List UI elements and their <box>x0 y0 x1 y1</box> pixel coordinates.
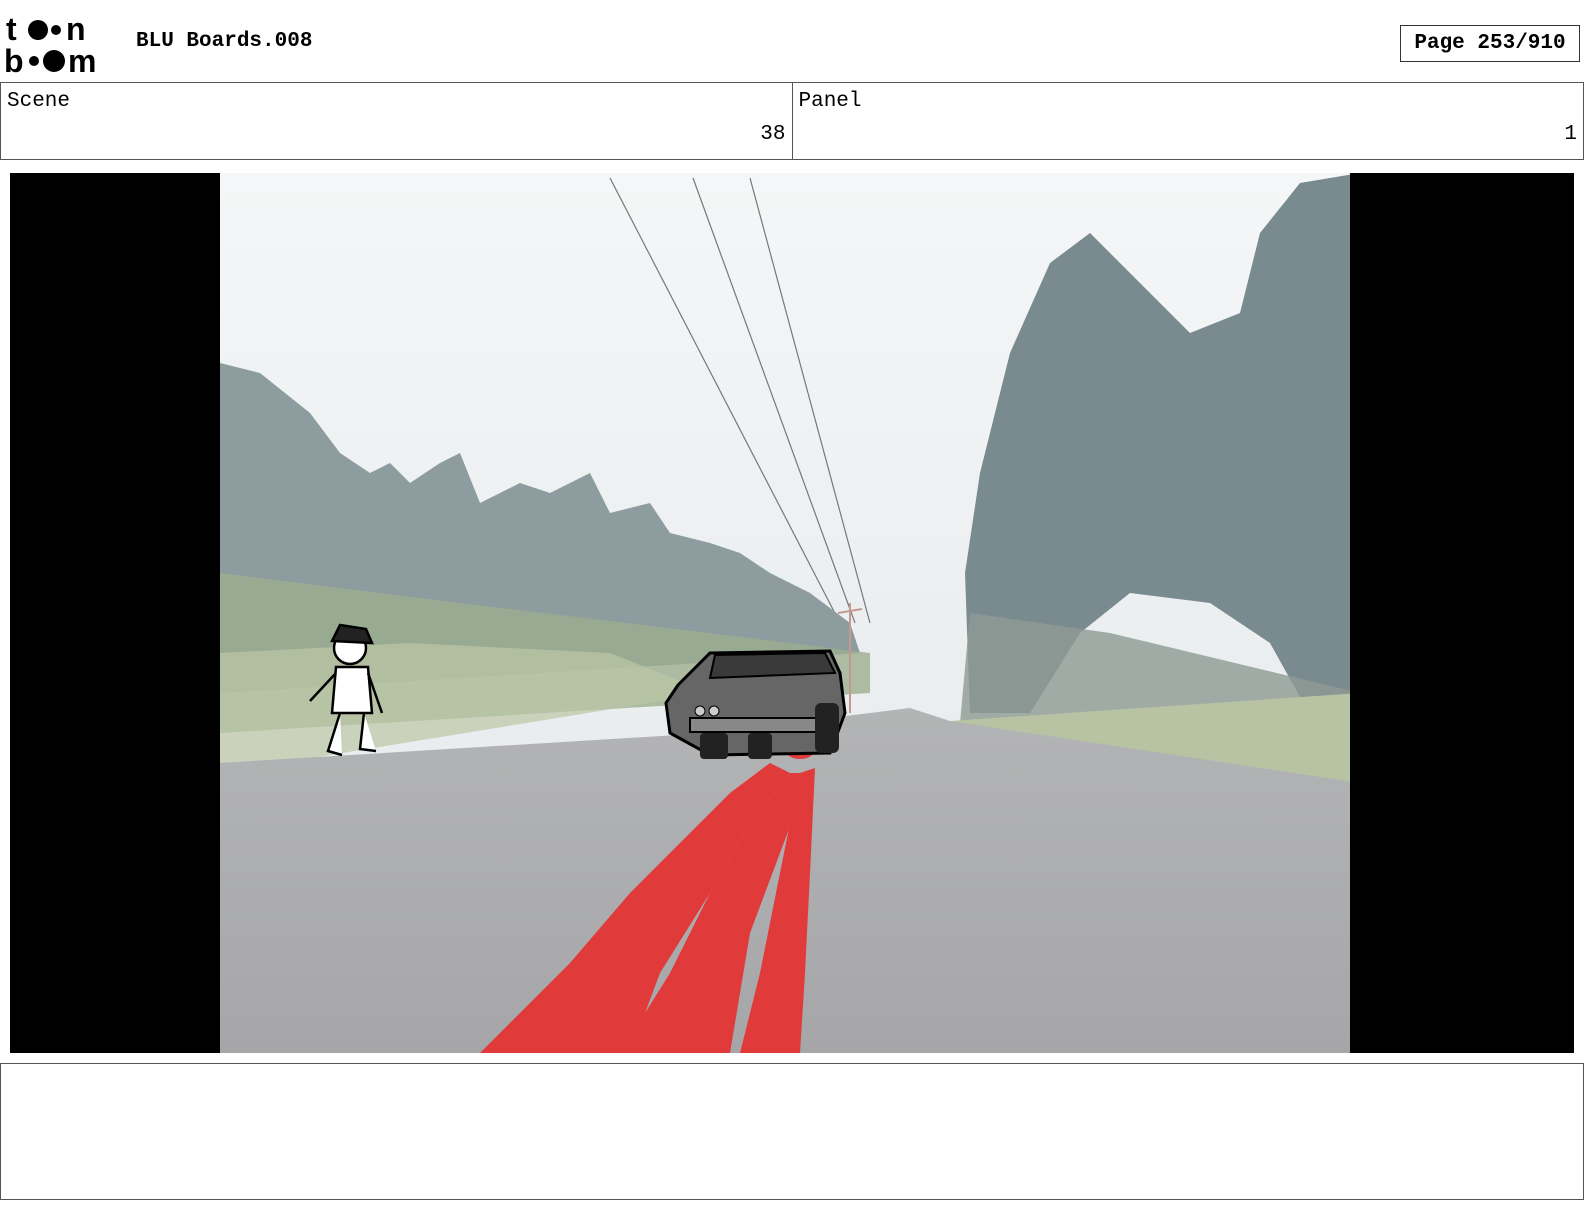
svg-text:b: b <box>4 43 24 74</box>
svg-text:t: t <box>6 12 17 47</box>
page-indicator: Page 253/910 <box>1400 25 1580 62</box>
panel-label: Panel <box>798 90 862 113</box>
toonboom-logo: t n b m <box>4 12 96 74</box>
scene-number: 38 <box>760 123 786 146</box>
scene-cell: Scene 38 <box>0 83 793 159</box>
storyboard-frame <box>10 173 1574 1053</box>
scene-label: Scene <box>7 90 71 113</box>
svg-text:m: m <box>68 43 96 74</box>
svg-text:n: n <box>66 12 86 47</box>
panel-artwork <box>10 173 1574 1053</box>
panel-number: 1 <box>1564 123 1577 146</box>
scene-panel-row: Scene 38 Panel 1 <box>0 82 1584 160</box>
panel-cell: Panel 1 <box>793 83 1584 159</box>
document-title: BLU Boards.008 <box>136 30 313 53</box>
panel-notes-box <box>0 1063 1584 1200</box>
